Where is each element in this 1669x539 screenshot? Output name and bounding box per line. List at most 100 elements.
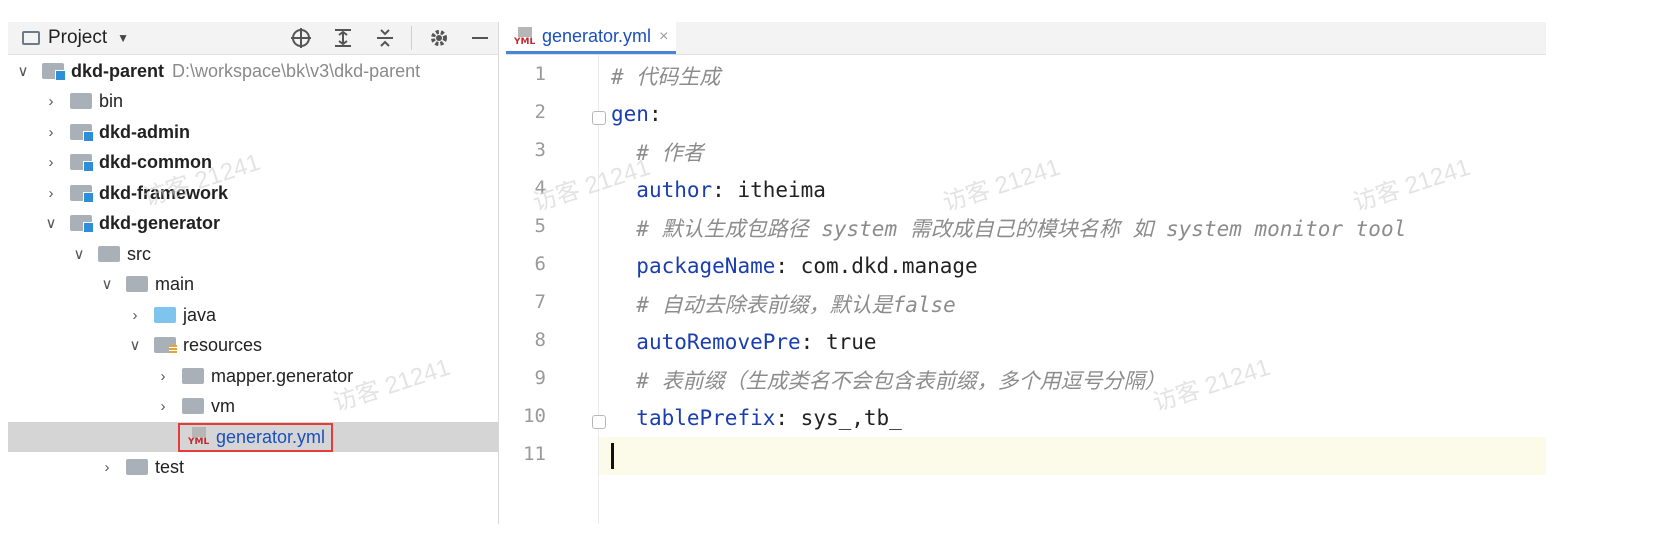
- expand-all-icon[interactable]: [332, 27, 354, 55]
- code-line: gen:: [611, 95, 1546, 133]
- tree-item-bin[interactable]: › bin: [8, 86, 498, 116]
- code-line: # 表前缀（生成类名不会包含表前缀，多个用逗号分隔）: [611, 361, 1546, 399]
- gear-icon[interactable]: [428, 27, 450, 55]
- chevron-down-icon[interactable]: ∨: [126, 336, 144, 354]
- code-comment: # 默认生成包路径 system 需改成自己的模块名称 如 system mon…: [636, 217, 1407, 241]
- line-number: 5: [534, 215, 546, 237]
- line-number: 2: [534, 101, 546, 123]
- fold-end-icon[interactable]: [592, 415, 606, 429]
- code-line: # 作者: [611, 133, 1546, 171]
- chevron-right-icon[interactable]: ›: [42, 185, 60, 202]
- code-line: autoRemovePre: true: [611, 323, 1546, 361]
- highlight-box: YML generator.yml: [178, 422, 334, 452]
- toolbar-divider: [411, 26, 412, 50]
- tree-item-label: src: [127, 243, 151, 264]
- yaml-value: itheima: [737, 178, 826, 202]
- code-line: author: itheima: [611, 171, 1546, 209]
- fold-toggle-icon[interactable]: [592, 111, 606, 125]
- project-panel: Project ▼ ∨ dkd-parent D:\workspace\bk\v…: [8, 22, 499, 524]
- module-folder-icon: [70, 185, 94, 203]
- tree-item-label: dkd-framework: [99, 182, 229, 203]
- yml-file-icon: YML: [514, 26, 536, 47]
- resources-folder-icon: [154, 337, 177, 354]
- tree-item-main[interactable]: ∨ main: [8, 269, 498, 299]
- module-folder-icon: [70, 215, 94, 233]
- chevron-down-icon[interactable]: ∨: [14, 62, 32, 80]
- code-line-current[interactable]: [599, 437, 1546, 475]
- code-line: # 默认生成包路径 system 需改成自己的模块名称 如 system mon…: [611, 209, 1546, 247]
- tree-item-label: generator.yml: [216, 426, 326, 447]
- line-number: 7: [534, 291, 546, 313]
- module-folder-icon: [70, 124, 94, 142]
- line-number: 6: [534, 253, 546, 275]
- tree-item-label: main: [155, 273, 195, 294]
- chevron-right-icon[interactable]: ›: [126, 307, 144, 324]
- tree-item-mapper-generator[interactable]: › mapper.generator: [8, 361, 498, 391]
- source-folder-icon: [154, 307, 176, 323]
- tree-item-label: vm: [211, 395, 235, 416]
- yaml-key: autoRemovePre: [636, 330, 801, 354]
- yaml-key: author: [636, 178, 713, 202]
- tree-item-label: dkd-generator: [99, 212, 221, 233]
- chevron-down-icon[interactable]: ∨: [98, 275, 116, 293]
- tree-item-dkd-framework[interactable]: › dkd-framework: [8, 178, 498, 208]
- yml-file-icon: YML: [188, 427, 210, 447]
- code-comment: # 自动去除表前缀，默认是false: [636, 293, 956, 317]
- tree-item-label: resources: [183, 334, 263, 355]
- line-number: 9: [534, 367, 546, 389]
- folder-icon: [182, 368, 204, 384]
- chevron-down-icon[interactable]: ∨: [70, 245, 88, 263]
- tree-item-java[interactable]: › java: [8, 300, 498, 330]
- tree-item-dkd-admin[interactable]: › dkd-admin: [8, 117, 498, 147]
- project-title[interactable]: Project: [48, 27, 107, 49]
- line-number: 1: [534, 63, 546, 85]
- tab-label: generator.yml: [542, 26, 652, 46]
- line-number: 10: [523, 405, 546, 427]
- tree-item-dkd-parent[interactable]: ∨ dkd-parent D:\workspace\bk\v3\dkd-pare…: [8, 56, 498, 86]
- yaml-key: packageName: [636, 254, 776, 278]
- folder-icon: [126, 276, 148, 292]
- chevron-right-icon[interactable]: ›: [154, 368, 172, 385]
- yaml-value: true: [825, 330, 877, 354]
- code-line: # 自动去除表前缀，默认是false: [611, 285, 1546, 323]
- collapse-all-icon[interactable]: [374, 27, 396, 55]
- folder-icon: [70, 93, 92, 109]
- yaml-separator: :: [775, 254, 801, 278]
- line-gutter: 1 2 3 4 5 6 7 8 9 10 11: [506, 55, 606, 524]
- tree-item-test[interactable]: › test: [8, 452, 498, 482]
- tab-generator-yml[interactable]: YML generator.yml ×: [506, 22, 677, 54]
- hide-panel-icon[interactable]: [470, 27, 490, 55]
- code-line: # 代码生成: [611, 57, 1546, 95]
- tree-item-label: dkd-common: [99, 151, 213, 172]
- chevron-right-icon[interactable]: ›: [98, 459, 116, 476]
- chevron-right-icon[interactable]: ›: [42, 124, 60, 141]
- yaml-separator: :: [775, 406, 801, 430]
- tree-item-label: mapper.generator: [211, 365, 354, 386]
- code-comment: # 作者: [636, 141, 704, 165]
- code-comment: # 代码生成: [611, 65, 721, 89]
- tree-item-generator-yml[interactable]: YML generator.yml: [8, 422, 498, 452]
- tree-item-dkd-common[interactable]: › dkd-common: [8, 147, 498, 177]
- code-editor[interactable]: 1 2 3 4 5 6 7 8 9 10 11 # 代码生成 gen: # 作者…: [506, 55, 1546, 524]
- tree-item-label: dkd-parent: [71, 60, 165, 81]
- chevron-right-icon[interactable]: ›: [42, 154, 60, 171]
- chevron-right-icon[interactable]: ›: [154, 398, 172, 415]
- chevron-down-icon[interactable]: ▼: [117, 31, 129, 45]
- chevron-right-icon[interactable]: ›: [42, 93, 60, 110]
- yaml-value: sys_,tb_: [800, 406, 902, 430]
- line-number: 11: [523, 443, 546, 465]
- yaml-value: com.dkd.manage: [800, 254, 978, 278]
- close-icon[interactable]: ×: [659, 28, 668, 46]
- tree-item-src[interactable]: ∨ src: [8, 239, 498, 269]
- tree-item-path: D:\workspace\bk\v3\dkd-parent: [172, 60, 421, 81]
- folder-icon: [126, 459, 148, 475]
- locate-icon[interactable]: [290, 27, 312, 55]
- tree-item-dkd-generator[interactable]: ∨ dkd-generator: [8, 208, 498, 238]
- tree-item-vm[interactable]: › vm: [8, 391, 498, 421]
- editor-tabbar: YML generator.yml ×: [506, 22, 1546, 55]
- line-number: 8: [534, 329, 546, 351]
- yaml-key: gen: [611, 102, 649, 126]
- tree-item-resources[interactable]: ∨ resources: [8, 330, 498, 360]
- module-folder-icon: [42, 63, 66, 81]
- chevron-down-icon[interactable]: ∨: [42, 214, 60, 232]
